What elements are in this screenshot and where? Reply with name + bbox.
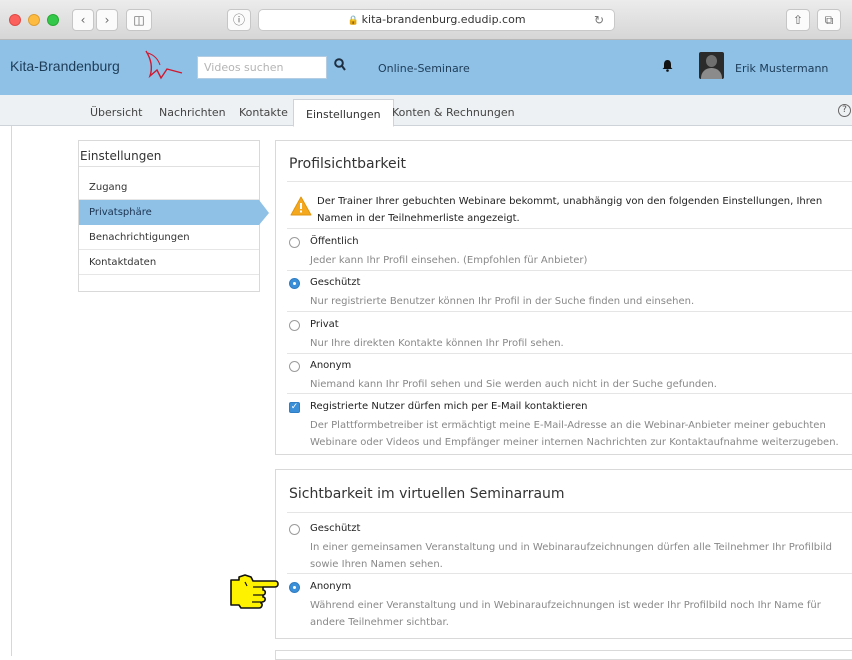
tab-einstellungen[interactable]: Einstellungen xyxy=(293,99,394,127)
radio-seminar-anonym[interactable] xyxy=(289,582,300,593)
next-panel-edge xyxy=(275,650,852,660)
panel-title: Sichtbarkeit im virtuellen Seminarraum xyxy=(289,486,565,502)
option-description: In einer gemeinsamen Veranstaltung und i… xyxy=(310,542,832,570)
divider xyxy=(287,181,852,182)
lock-icon: 🔒 xyxy=(347,16,359,26)
sidebar-item-privatsphaere[interactable]: Privatsphäre xyxy=(79,200,269,225)
option-label: Privat xyxy=(310,319,339,330)
divider xyxy=(287,311,852,312)
seminar-visibility-panel: Sichtbarkeit im virtuellen Seminarraum G… xyxy=(275,469,852,639)
zoom-window-button[interactable] xyxy=(47,14,59,26)
divider xyxy=(287,228,852,229)
tab-konten-rechnungen[interactable]: Konten & Rechnungen xyxy=(392,106,515,119)
tabs-overview-button[interactable]: ⧉ xyxy=(817,9,841,31)
settings-sidebar: Einstellungen Zugang Privatsphäre Benach… xyxy=(78,140,269,292)
sidebar-item-zugang[interactable]: Zugang xyxy=(79,175,259,200)
nav-link-online-seminare[interactable]: Online-Seminare xyxy=(378,62,470,75)
main-tabs: Übersicht Nachrichten Kontakte Einstellu… xyxy=(0,95,852,127)
sidebar-title: Einstellungen xyxy=(79,141,259,167)
forward-button[interactable]: › xyxy=(96,9,118,31)
chevron-right-icon: › xyxy=(104,13,110,27)
url-text: kita-brandenburg.edudip.com xyxy=(361,13,526,26)
search-icon[interactable] xyxy=(334,58,346,75)
warning-text: Der Trainer Ihrer gebuchten Webinare bek… xyxy=(317,196,823,224)
bell-icon[interactable] xyxy=(662,59,673,76)
avatar[interactable] xyxy=(699,52,724,79)
chevron-left-icon: ‹ xyxy=(80,13,86,27)
tab-kontakte[interactable]: Kontakte xyxy=(239,106,288,119)
option-label: Geschützt xyxy=(310,277,361,288)
share-icon: ⇧ xyxy=(792,13,804,27)
option-description: Nur Ihre direkten Kontakte können Ihr Pr… xyxy=(310,338,564,349)
info-button[interactable]: ⓘ xyxy=(227,9,251,31)
sidebar-item-benachrichtigungen[interactable]: Benachrichtigungen xyxy=(79,225,259,250)
page-edge-divider xyxy=(11,126,12,656)
tabs-icon: ⧉ xyxy=(824,13,834,27)
share-button[interactable]: ⇧ xyxy=(786,9,810,31)
divider xyxy=(287,573,852,574)
pointing-hand-icon xyxy=(230,574,279,609)
info-icon: ⓘ xyxy=(232,13,245,27)
divider xyxy=(287,393,852,394)
radio-anonym[interactable] xyxy=(289,361,300,372)
close-window-button[interactable] xyxy=(9,14,21,26)
browser-toolbar: ‹ › ◫ ⓘ 🔒 kita-brandenburg.edudip.com ↻ ⇧… xyxy=(0,0,852,40)
option-description: Der Plattformbetreiber ist ermächtigt me… xyxy=(310,420,839,448)
sidebar-icon: ◫ xyxy=(133,13,145,27)
user-name[interactable]: Erik Mustermann xyxy=(735,62,828,75)
help-icon[interactable]: ? xyxy=(838,104,851,117)
sidebar-toggle-button[interactable]: ◫ xyxy=(126,9,152,31)
brand-logo-text[interactable]: Kita-Brandenburg xyxy=(10,58,120,74)
profile-visibility-panel: Profilsichtbarkeit Der Trainer Ihrer geb… xyxy=(275,140,852,455)
tab-nachrichten[interactable]: Nachrichten xyxy=(159,106,226,119)
option-description: Nur registrierte Benutzer können Ihr Pro… xyxy=(310,296,695,307)
divider xyxy=(287,353,852,354)
bird-logo-icon xyxy=(145,50,183,80)
option-label: Anonym xyxy=(310,581,352,592)
warning-icon xyxy=(290,196,312,220)
radio-privat[interactable] xyxy=(289,320,300,331)
reload-icon[interactable]: ↻ xyxy=(594,10,604,30)
search-input[interactable]: Videos suchen xyxy=(197,56,327,79)
minimize-window-button[interactable] xyxy=(28,14,40,26)
back-button[interactable]: ‹ xyxy=(72,9,94,31)
option-label: Geschützt xyxy=(310,523,361,534)
sidebar-item-kontaktdaten[interactable]: Kontaktdaten xyxy=(79,250,259,275)
address-bar[interactable]: 🔒 kita-brandenburg.edudip.com ↻ xyxy=(258,9,615,31)
radio-oeffentlich[interactable] xyxy=(289,237,300,248)
checkbox-email-contact[interactable]: ✓ xyxy=(289,402,300,413)
option-label: Registrierte Nutzer dürfen mich per E-Ma… xyxy=(310,401,588,412)
radio-geschuetzt[interactable] xyxy=(289,278,300,289)
option-description: Niemand kann Ihr Profil sehen und Sie we… xyxy=(310,379,717,390)
tab-uebersicht[interactable]: Übersicht xyxy=(90,106,142,119)
radio-seminar-geschuetzt[interactable] xyxy=(289,524,300,535)
option-label: Öffentlich xyxy=(310,236,359,247)
active-indicator-arrow xyxy=(259,200,269,225)
sidebar-item-label: Privatsphäre xyxy=(89,207,152,218)
divider xyxy=(287,512,852,513)
panel-title: Profilsichtbarkeit xyxy=(289,156,406,172)
option-label: Anonym xyxy=(310,360,352,371)
divider xyxy=(287,270,852,271)
site-header: Kita-Brandenburg Videos suchen Online-Se… xyxy=(0,40,852,95)
option-description: Jeder kann Ihr Profil einsehen. (Empfohl… xyxy=(310,255,588,266)
option-description: Während einer Veranstaltung und in Webin… xyxy=(310,600,821,628)
